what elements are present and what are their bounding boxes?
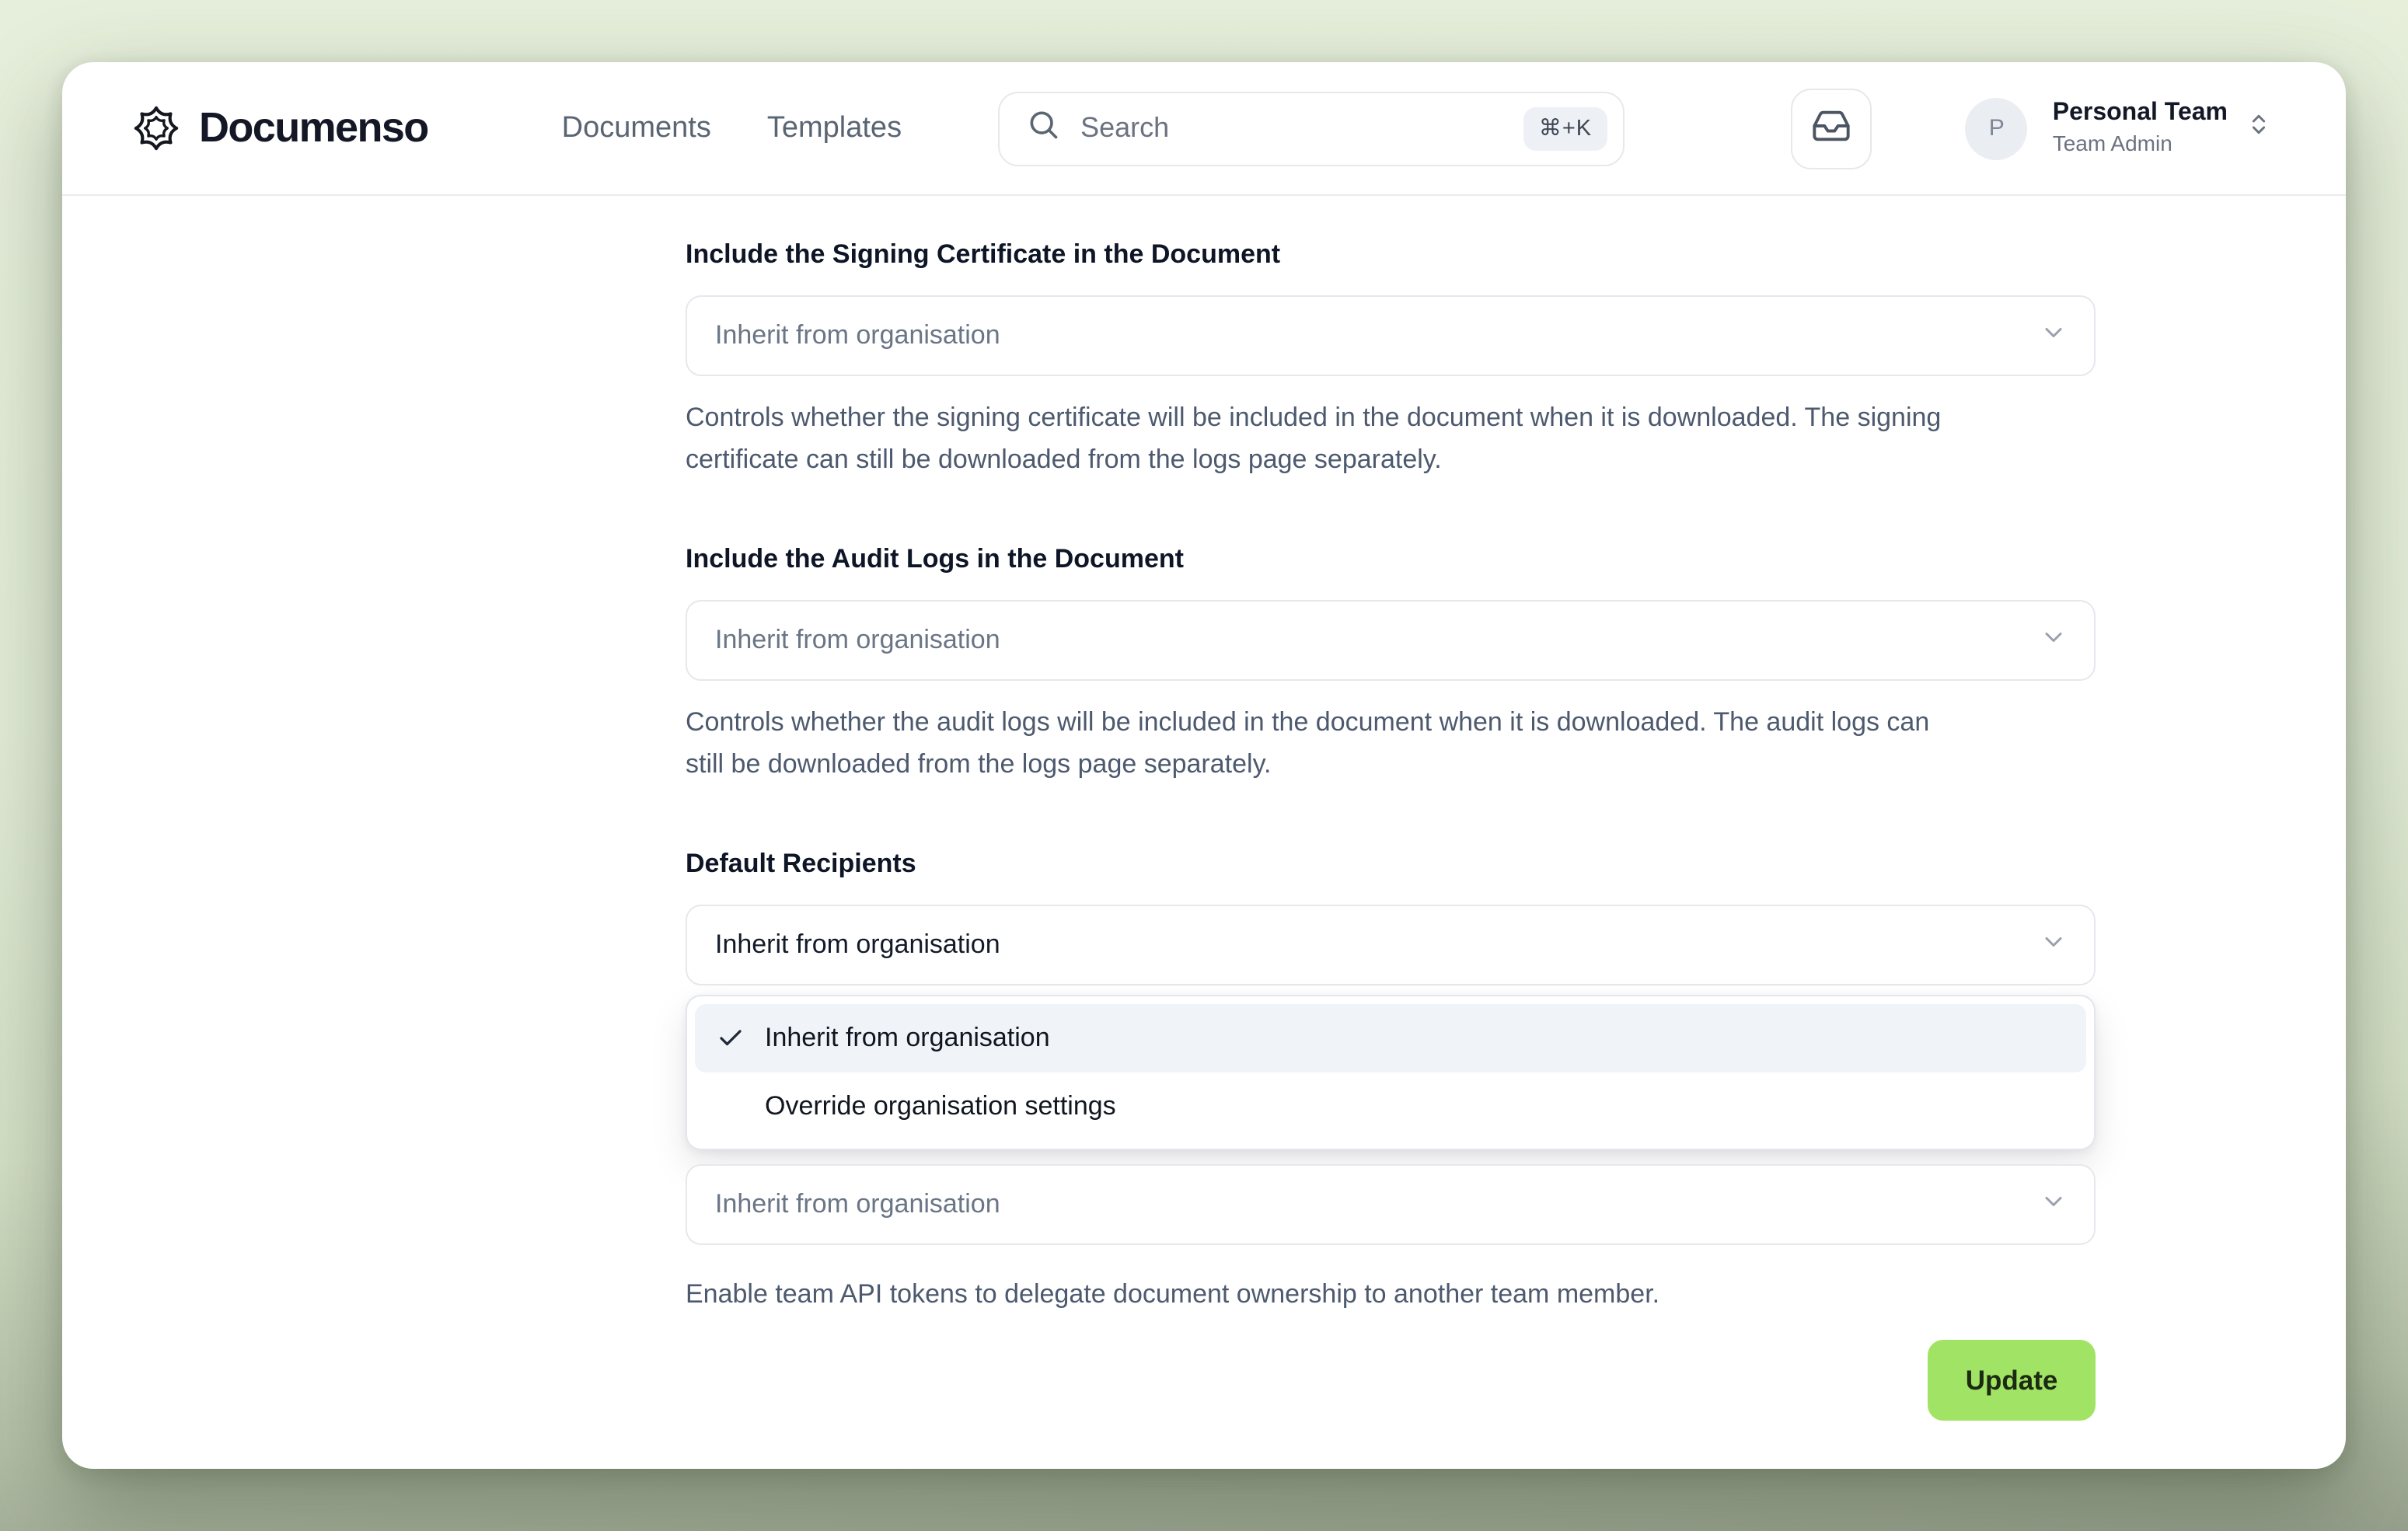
documenso-seal-icon — [132, 104, 180, 152]
field-label: Default Recipients — [686, 846, 2096, 883]
field-default-recipients: Default Recipients Inherit from organisa… — [686, 846, 2096, 985]
field-audit-logs: Include the Audit Logs in the Document I… — [686, 541, 2096, 785]
main-card: Documenso Documents Templates Search ⌘+K — [62, 62, 2346, 1469]
chevron-down-icon — [2040, 623, 2068, 658]
chevron-down-icon — [2040, 318, 2068, 354]
chevron-down-icon — [2040, 927, 2068, 963]
api-tokens-select[interactable]: Inherit from organisation — [686, 1164, 2096, 1245]
default-recipients-select[interactable]: Inherit from organisation — [686, 905, 2096, 985]
team-preferences-form: Include the Signing Certificate in the D… — [62, 196, 2346, 1421]
field-description: Enable team API tokens to delegate docum… — [686, 1273, 2096, 1315]
team-switcher[interactable]: P Personal Team Team Admin — [1966, 97, 2271, 159]
search-placeholder: Search — [1080, 112, 1523, 145]
field-label: Include the Audit Logs in the Document — [686, 541, 2096, 578]
form-footer: Update — [686, 1340, 2096, 1421]
main-nav: Documents Templates — [562, 111, 902, 145]
select-dropdown-popover: Inherit from organisation Override organ… — [686, 995, 2096, 1150]
signing-certificate-select[interactable]: Inherit from organisation — [686, 295, 2096, 376]
chevrons-up-down-icon — [2246, 112, 2271, 145]
field-description: Controls whether the audit logs will be … — [686, 701, 1968, 785]
search-input[interactable]: Search ⌘+K — [998, 91, 1625, 166]
team-avatar: P — [1966, 97, 2028, 159]
select-value: Inherit from organisation — [715, 1189, 1000, 1220]
update-button[interactable]: Update — [1928, 1340, 2096, 1421]
select-value: Inherit from organisation — [715, 625, 1000, 656]
team-name: Personal Team — [2053, 98, 2228, 129]
option-label: Inherit from organisation — [765, 1023, 1050, 1054]
field-api-tokens: Inherit from organisation Enable team AP… — [686, 1164, 2096, 1315]
select-value: Inherit from organisation — [715, 929, 1000, 961]
page: Documenso Documents Templates Search ⌘+K — [0, 0, 2408, 1531]
field-signing-certificate: Include the Signing Certificate in the D… — [686, 236, 2096, 480]
brand-logo[interactable]: Documenso — [132, 104, 428, 152]
nav-documents[interactable]: Documents — [562, 111, 711, 145]
field-description: Controls whether the signing certificate… — [686, 396, 2022, 480]
search-icon — [1026, 107, 1060, 149]
audit-logs-select[interactable]: Inherit from organisation — [686, 600, 2096, 681]
inbox-icon — [1812, 106, 1852, 151]
team-role: Team Admin — [2053, 129, 2228, 159]
select-value: Inherit from organisation — [715, 320, 1000, 351]
check-icon — [717, 1024, 745, 1052]
nav-templates[interactable]: Templates — [767, 111, 902, 145]
field-label: Include the Signing Certificate in the D… — [686, 236, 2096, 274]
inbox-button[interactable] — [1792, 88, 1872, 169]
dropdown-option-override[interactable]: Override organisation settings — [695, 1072, 2086, 1141]
dropdown-option-inherit[interactable]: Inherit from organisation — [695, 1004, 2086, 1072]
chevron-down-icon — [2040, 1187, 2068, 1222]
brand-name: Documenso — [199, 104, 428, 152]
search-shortcut-badge: ⌘+K — [1523, 106, 1607, 150]
option-label: Override organisation settings — [765, 1091, 1116, 1122]
app-header: Documenso Documents Templates Search ⌘+K — [62, 62, 2346, 196]
